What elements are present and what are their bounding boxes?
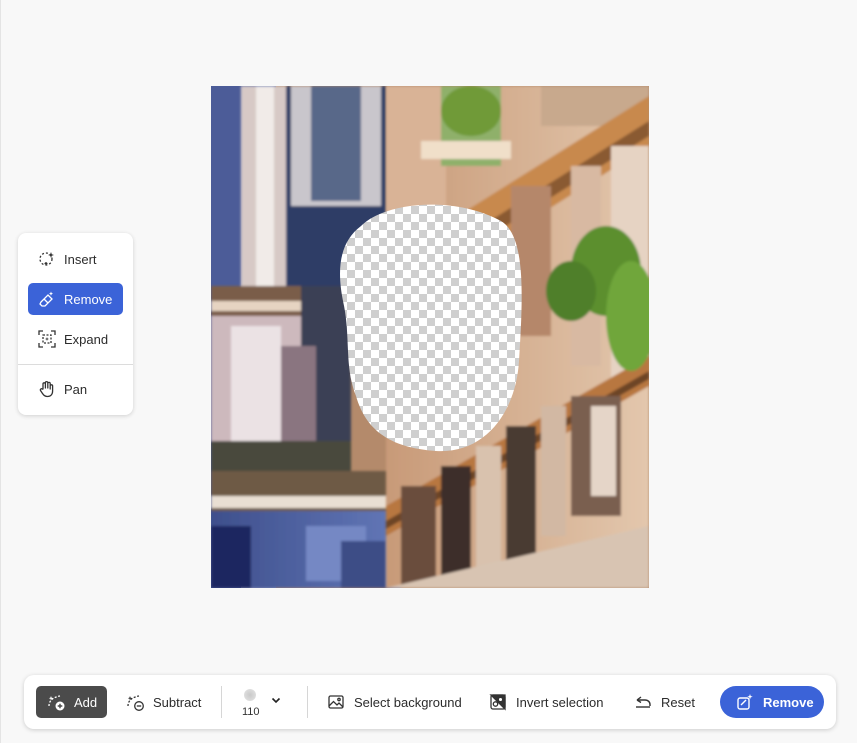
add-button[interactable]: Add xyxy=(36,686,107,718)
reset-label: Reset xyxy=(661,694,695,710)
subtract-button[interactable]: Subtract xyxy=(125,686,201,718)
brush-size-value: 110 xyxy=(242,706,260,718)
reset-button[interactable]: Reset xyxy=(633,686,695,718)
invert-selection-button[interactable]: Invert selection xyxy=(488,686,603,718)
brush-add-icon xyxy=(46,692,66,712)
tool-pan[interactable]: Pan xyxy=(28,373,123,405)
brush-preview xyxy=(244,689,256,701)
invert-selection-icon xyxy=(488,692,508,712)
remove-label: Remove xyxy=(763,694,814,710)
image-icon xyxy=(326,692,346,712)
subtract-label: Subtract xyxy=(153,694,202,710)
remove-button[interactable]: Remove xyxy=(720,686,824,718)
chevron-down-icon xyxy=(270,693,282,711)
add-label: Add xyxy=(74,694,98,710)
tool-panel: Insert Remove Expand Pan xyxy=(18,233,133,415)
image-canvas[interactable] xyxy=(211,86,649,588)
tool-insert-label: Insert xyxy=(64,251,97,267)
toolbar-separator xyxy=(221,686,222,718)
tool-pan-label: Pan xyxy=(64,381,88,397)
tool-divider xyxy=(18,364,133,365)
hand-icon xyxy=(38,380,56,398)
brush-subtract-icon xyxy=(125,692,145,712)
generative-remove-icon xyxy=(735,692,755,712)
brush-size-dropdown[interactable]: 110 xyxy=(238,683,290,721)
transparent-region xyxy=(340,204,522,452)
tool-expand-label: Expand xyxy=(64,331,109,347)
select-background-label: Select background xyxy=(354,694,462,710)
tool-remove-label: Remove xyxy=(64,291,113,307)
select-background-button[interactable]: Select background xyxy=(326,686,462,718)
toolbar-separator xyxy=(307,686,308,718)
tool-expand[interactable]: Expand xyxy=(28,323,123,355)
insert-sparkle-icon xyxy=(38,250,56,268)
eraser-icon xyxy=(38,290,56,308)
tool-remove[interactable]: Remove xyxy=(28,283,123,315)
bottom-toolbar: Add Subtract 110 Select background Inver… xyxy=(24,675,836,729)
expand-icon xyxy=(38,330,56,348)
invert-selection-label: Invert selection xyxy=(516,694,604,710)
canvas-image xyxy=(211,86,649,588)
tool-insert[interactable]: Insert xyxy=(28,243,123,275)
undo-icon xyxy=(633,692,653,712)
app-page: Insert Remove Expand Pan Add Subtract 11… xyxy=(0,0,857,743)
